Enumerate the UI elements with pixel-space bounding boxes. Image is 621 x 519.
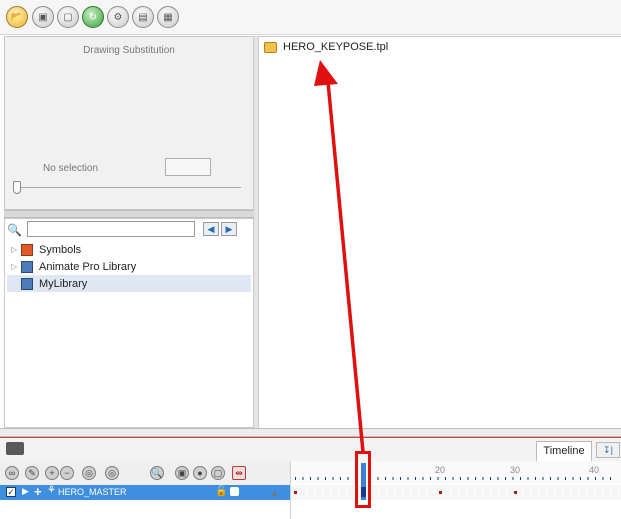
annotation-arrow	[314, 60, 365, 453]
